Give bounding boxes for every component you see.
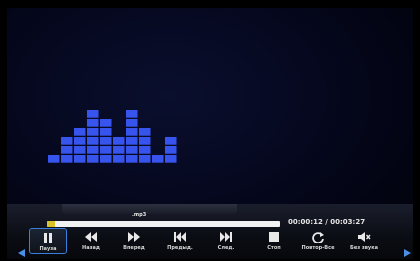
pause-label: Пауза (39, 246, 57, 252)
spectrum-cell (126, 155, 138, 163)
spectrum-cell (126, 110, 138, 118)
spectrum-cell (113, 146, 125, 154)
fast-forward-icon (128, 232, 140, 242)
spectrum-cell (100, 146, 112, 154)
spectrum-cell (74, 155, 86, 163)
spectrum-cell (87, 137, 99, 145)
spectrum-cell (74, 128, 86, 136)
spectrum-cell (139, 128, 151, 136)
skip-next-icon (220, 232, 232, 242)
pause-button[interactable]: Пауза (29, 228, 67, 254)
spectrum-cell (61, 146, 73, 154)
spectrum-cell (165, 137, 177, 145)
forward-button[interactable]: Вперед (115, 228, 153, 254)
track-title-tab (62, 204, 237, 214)
spectrum-cell (100, 128, 112, 136)
repeat-button[interactable]: Повтор-Все (299, 228, 337, 254)
spectrum-cell (139, 137, 151, 145)
spectrum-cell (139, 155, 151, 163)
mute-button[interactable]: Без звука (345, 228, 383, 254)
spectrum-cell (113, 137, 125, 145)
spectrum-cell (126, 137, 138, 145)
rewind-button[interactable]: Назад (72, 228, 110, 254)
mute-label: Без звука (350, 245, 378, 251)
spectrum-cell (126, 128, 138, 136)
pause-icon (44, 233, 52, 243)
progress-bar[interactable] (47, 221, 280, 227)
next-button[interactable]: След. (207, 228, 245, 254)
spectrum-cell (87, 119, 99, 127)
time-readout: 00:00:12 / 00:03:27 (288, 218, 366, 226)
spectrum-cell (100, 119, 112, 127)
player-screen: .mp3 00:00:12 / 00:03:27 Пауза Назад Впере… (7, 8, 413, 259)
spectrum-visualizer (48, 110, 177, 163)
rewind-label: Назад (82, 245, 100, 251)
spectrum-cell (61, 137, 73, 145)
rewind-icon (85, 232, 97, 242)
repeat-label: Повтор-Все (301, 245, 335, 251)
spectrum-cell (87, 155, 99, 163)
previous-label: Предыд. (167, 245, 193, 251)
stop-icon (269, 232, 279, 242)
spectrum-cell (74, 146, 86, 154)
spectrum-cell (126, 146, 138, 154)
spectrum-cell (61, 155, 73, 163)
spectrum-cell (100, 137, 112, 145)
skip-previous-icon (174, 232, 186, 242)
spectrum-cell (126, 119, 138, 127)
repeat-icon (312, 232, 324, 243)
scroll-left-arrow-icon[interactable] (18, 249, 25, 257)
track-title: .mp3 (132, 212, 147, 218)
spectrum-cell (74, 137, 86, 145)
stop-label: Стоп (267, 245, 281, 251)
spectrum-cell (48, 155, 60, 163)
spectrum-cell (87, 146, 99, 154)
next-label: След. (217, 245, 235, 251)
spectrum-cell (87, 110, 99, 118)
scroll-right-arrow-icon[interactable] (404, 249, 411, 257)
mute-icon (358, 232, 371, 242)
stop-button[interactable]: Стоп (255, 228, 293, 254)
spectrum-cell (165, 146, 177, 154)
spectrum-cell (113, 155, 125, 163)
spectrum-cell (152, 155, 164, 163)
progress-fill (47, 221, 55, 227)
forward-label: Вперед (123, 245, 145, 251)
spectrum-cell (165, 155, 177, 163)
spectrum-cell (139, 146, 151, 154)
spectrum-cell (87, 128, 99, 136)
spectrum-cell (100, 155, 112, 163)
previous-button[interactable]: Предыд. (161, 228, 199, 254)
